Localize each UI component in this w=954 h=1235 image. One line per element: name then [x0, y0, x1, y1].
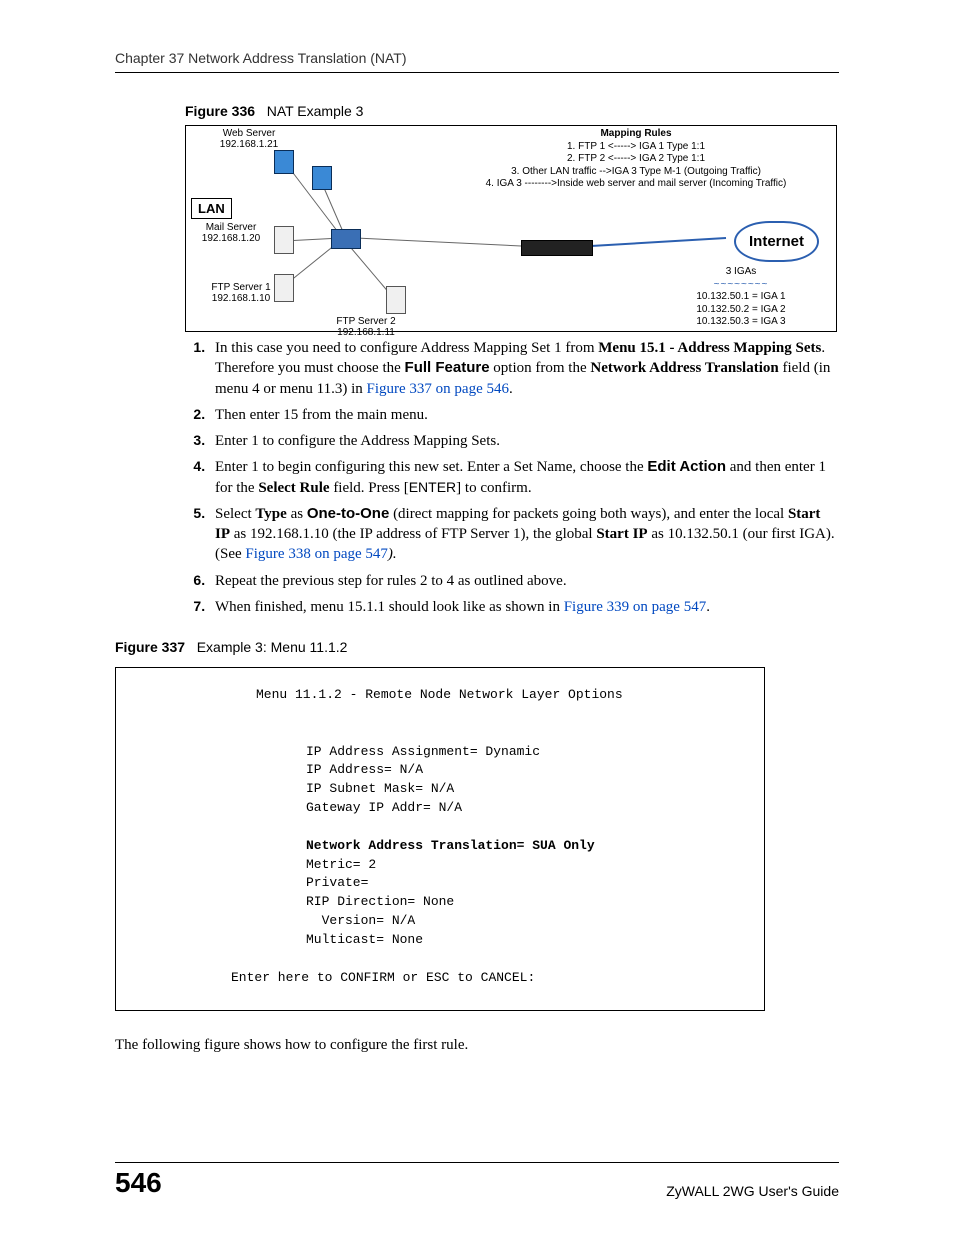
iga-1: 10.132.50.1 = IGA 1 — [696, 291, 785, 302]
step-7: When finished, menu 15.1.1 should look l… — [209, 597, 839, 617]
figure-337-label: Figure 337 — [115, 639, 185, 655]
iga-2: 10.132.50.2 = IGA 2 — [696, 304, 785, 315]
figure-336-caption: Figure 336 NAT Example 3 — [185, 103, 839, 119]
figure-337-caption: Figure 337 Example 3: Menu 11.1.2 — [115, 639, 839, 655]
menu-confirm: Enter here to CONFIRM or ESC to CANCEL: — [116, 969, 764, 988]
nat-diagram: Web Server 192.168.1.21 LAN Mail Server … — [185, 125, 837, 332]
step-5: Select Type as One-to-One (direct mappin… — [209, 504, 839, 565]
step-2: Then enter 15 from the main menu. — [209, 405, 839, 425]
after-paragraph: The following figure shows how to config… — [115, 1037, 839, 1054]
step-3: Enter 1 to configure the Address Mapping… — [209, 431, 839, 451]
guide-name: ZyWALL 2WG User's Guide — [666, 1183, 839, 1199]
figure-336-title: NAT Example 3 — [267, 103, 364, 119]
page-number: 546 — [115, 1167, 162, 1199]
router-icon — [521, 240, 593, 256]
lan-label: LAN — [191, 198, 232, 219]
nat-line: Network Address Translation= SUA Only — [306, 838, 595, 853]
link-fig339[interactable]: Figure 339 on page 547 — [564, 599, 706, 615]
rule-2: 2. FTP 2 <-----> IGA 2 Type 1:1 — [567, 153, 705, 164]
ftp1-label: FTP Server 1 192.168.1.10 — [206, 282, 276, 304]
figure-336-label: Figure 336 — [185, 103, 255, 119]
iga-header: 3 IGAs — [726, 266, 757, 277]
footer-rule — [115, 1162, 839, 1163]
switch-icon — [331, 229, 361, 249]
menu-title: Menu 11.1.2 - Remote Node Network Layer … — [116, 686, 764, 705]
iga-block: 3 IGAs ~~~~~~~~ 10.132.50.1 = IGA 1 10.1… — [661, 266, 821, 329]
ftp2-icon — [386, 286, 406, 314]
web-server-icon — [274, 150, 294, 174]
link-fig337[interactable]: Figure 337 on page 546 — [367, 381, 509, 397]
header-rule — [115, 72, 839, 73]
iga-3: 10.132.50.3 = IGA 3 — [696, 316, 785, 327]
page-footer: 546 ZyWALL 2WG User's Guide — [115, 1162, 839, 1199]
ftp2-label: FTP Server 2 192.168.1.11 — [326, 316, 406, 338]
rule-3: 3. Other LAN traffic -->IGA 3 Type M-1 (… — [511, 166, 761, 177]
rule-4: 4. IGA 3 -------->Inside web server and … — [486, 178, 787, 189]
mapping-rules: Mapping Rules 1. FTP 1 <-----> IGA 1 Typ… — [446, 128, 826, 191]
menu-body: IP Address Assignment= Dynamic IP Addres… — [116, 724, 764, 950]
ftp1-icon — [274, 274, 294, 302]
chapter-header: Chapter 37 Network Address Translation (… — [115, 50, 839, 66]
steps-list: In this case you need to configure Addre… — [185, 338, 839, 617]
internet-label: Internet — [734, 221, 819, 262]
web-server-label: Web Server 192.168.1.21 — [214, 128, 284, 150]
pc-icon — [312, 166, 332, 190]
rules-title: Mapping Rules — [600, 128, 671, 139]
menu-screen: Menu 11.1.2 - Remote Node Network Layer … — [115, 667, 765, 1011]
mail-server-label: Mail Server 192.168.1.20 — [196, 222, 266, 244]
step-4: Enter 1 to begin configuring this new se… — [209, 457, 839, 498]
figure-337-title: Example 3: Menu 11.1.2 — [197, 639, 348, 655]
rule-1: 1. FTP 1 <-----> IGA 1 Type 1:1 — [567, 141, 705, 152]
step-6: Repeat the previous step for rules 2 to … — [209, 571, 839, 591]
link-fig338[interactable]: Figure 338 on page 547 — [245, 546, 387, 562]
mail-server-icon — [274, 226, 294, 254]
step-1: In this case you need to configure Addre… — [209, 338, 839, 399]
